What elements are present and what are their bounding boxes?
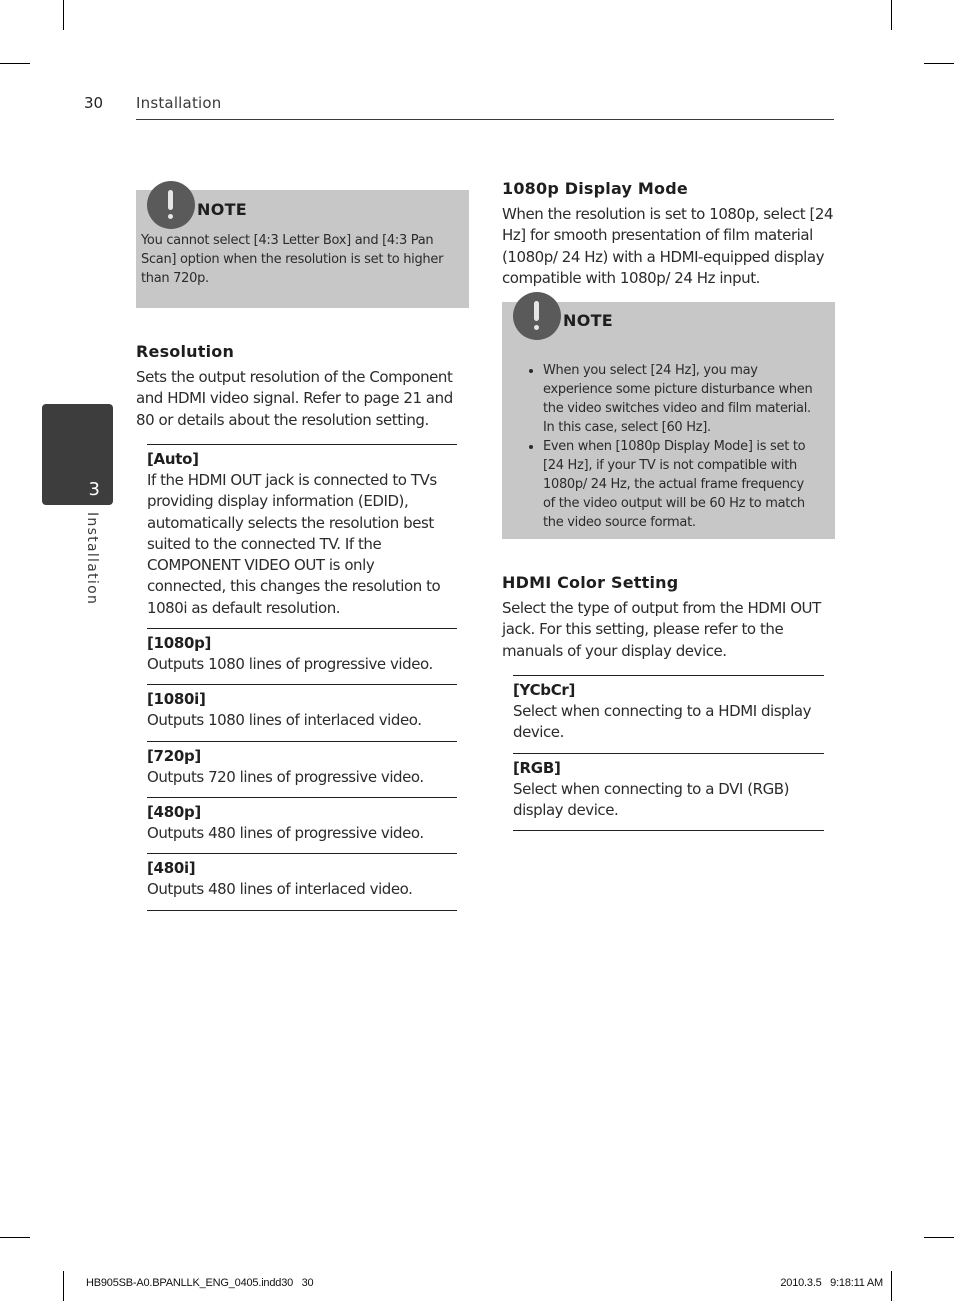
exclamation-icon xyxy=(513,292,561,340)
crop-mark xyxy=(63,1271,64,1301)
hdmi-color-options: [YCbCr] Select when connecting to a HDMI… xyxy=(513,675,824,832)
header-rule xyxy=(136,119,834,120)
crop-mark xyxy=(0,1237,30,1238)
note-title: NOTE xyxy=(197,200,248,219)
option-label: [YCbCr] xyxy=(513,681,576,699)
crop-mark xyxy=(924,1237,954,1238)
exclamation-icon xyxy=(147,181,195,229)
option-label: [1080i] xyxy=(147,690,206,709)
option-rgb: [RGB] Select when connecting to a DVI (R… xyxy=(513,752,824,832)
crop-mark xyxy=(0,63,30,64)
chapter-tab: 3 xyxy=(42,404,113,505)
resolution-options: [Auto] If the HDMI OUT jack is connected… xyxy=(147,444,457,911)
option-description: Outputs 1080 lines of progressive video. xyxy=(147,655,433,674)
option-label: [RGB] xyxy=(513,758,561,777)
option-480i: [480i] Outputs 480 lines of interlaced v… xyxy=(147,853,457,911)
section-heading-resolution: Resolution xyxy=(136,342,235,361)
option-720p: [720p] Outputs 720 lines of progressive … xyxy=(147,740,457,797)
display-mode-intro: When the resolution is set to 1080p, sel… xyxy=(502,205,834,287)
option-480p: [480p] Outputs 480 lines of progressive … xyxy=(147,796,457,853)
file-slug: HB905SB-A0.BPANLLK_ENG_0405.indd30 30 xyxy=(86,1277,314,1289)
hdmi-color-intro: Select the type of output from the HDMI … xyxy=(502,599,821,660)
note-bullet: Even when [1080p Display Mode] is set to… xyxy=(543,437,819,532)
section-heading-hdmi-color: HDMI Color Setting xyxy=(502,573,679,592)
chapter-number: 3 xyxy=(88,479,100,500)
section-heading-display-mode: 1080p Display Mode xyxy=(502,179,688,198)
option-label: [Auto] xyxy=(147,450,199,468)
option-label: [1080p] xyxy=(147,634,212,653)
option-label: [480i] xyxy=(147,859,196,878)
option-label: [480p] xyxy=(147,802,201,821)
option-auto: [Auto] If the HDMI OUT jack is connected… xyxy=(147,444,457,628)
option-1080i: [1080i] Outputs 1080 lines of interlaced… xyxy=(147,684,457,740)
crop-mark xyxy=(924,63,954,64)
option-description: Outputs 480 lines of interlaced video. xyxy=(147,880,413,899)
option-description: Outputs 720 lines of progressive video. xyxy=(147,767,424,786)
option-description: Outputs 1080 lines of interlaced video. xyxy=(147,711,422,730)
option-ycbcr: [YCbCr] Select when connecting to a HDMI… xyxy=(513,675,824,753)
option-description: Select when connecting to a HDMI display… xyxy=(513,702,812,742)
note-bullets: When you select [24 Hz], you may experie… xyxy=(503,348,819,545)
option-label: [720p] xyxy=(147,746,201,765)
crop-mark xyxy=(63,0,64,30)
resolution-intro: Sets the output resolution of the Compon… xyxy=(136,368,453,429)
crop-mark xyxy=(891,1271,892,1301)
page-number: 30 xyxy=(84,94,104,112)
running-head: Installation xyxy=(136,94,222,112)
chapter-label: Installation xyxy=(84,512,100,606)
note-bullet: When you select [24 Hz], you may experie… xyxy=(543,361,819,437)
note-title: NOTE xyxy=(563,311,614,330)
crop-mark xyxy=(891,0,892,30)
option-description: Outputs 480 lines of progressive video. xyxy=(147,823,424,842)
option-description: Select when connecting to a DVI (RGB) di… xyxy=(513,779,789,819)
print-timestamp: 2010.3.5 9:18:11 AM xyxy=(780,1277,883,1289)
option-description: If the HDMI OUT jack is connected to TVs… xyxy=(147,471,441,617)
option-1080p: [1080p] Outputs 1080 lines of progressiv… xyxy=(147,628,457,684)
note-text: You cannot select [4:3 Letter Box] and [… xyxy=(141,233,444,286)
